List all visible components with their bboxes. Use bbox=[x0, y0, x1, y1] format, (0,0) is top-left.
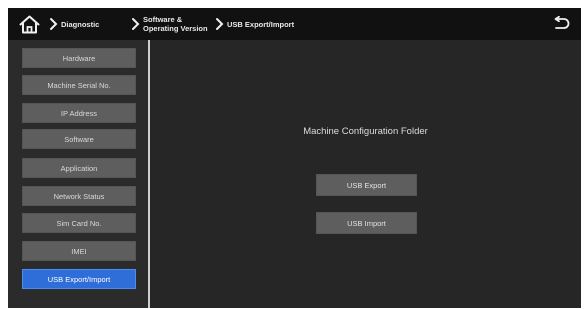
breadcrumb-usb-export-import: USB Export/Import bbox=[227, 20, 295, 29]
sidebar-item-usb-export-import[interactable]: USB Export/Import bbox=[22, 269, 136, 289]
sidebar-item-machine-serial-no[interactable]: Machine Serial No. bbox=[22, 75, 136, 95]
sidebar-item-hardware[interactable]: Hardware bbox=[22, 48, 136, 68]
sidebar: Hardware Machine Serial No. IP Address S… bbox=[8, 40, 148, 308]
sidebar-item-software[interactable]: Software bbox=[22, 129, 136, 149]
breadcrumb-line-2: Operating Version bbox=[143, 24, 208, 33]
chevron-right-icon bbox=[216, 18, 224, 30]
back-arrow-icon[interactable] bbox=[552, 16, 570, 32]
top-bar: Diagnostic Software & Operating Version … bbox=[8, 8, 581, 40]
sidebar-item-application[interactable]: Application bbox=[22, 158, 136, 178]
app-window: Diagnostic Software & Operating Version … bbox=[8, 8, 581, 308]
sidebar-item-sim-card-no[interactable]: Sim Card No. bbox=[22, 213, 136, 233]
sidebar-item-ip-address[interactable]: IP Address bbox=[22, 103, 136, 123]
main-panel: Machine Configuration Folder USB Export … bbox=[150, 40, 581, 308]
chevron-right-icon bbox=[50, 18, 58, 30]
sidebar-item-network-status[interactable]: Network Status bbox=[22, 186, 136, 206]
breadcrumb-software-operating-version[interactable]: Software & Operating Version bbox=[143, 15, 208, 33]
usb-import-button[interactable]: USB Import bbox=[316, 212, 417, 234]
sidebar-item-imei[interactable]: IMEI bbox=[22, 241, 136, 261]
section-title: Machine Configuration Folder bbox=[303, 126, 428, 137]
home-icon[interactable] bbox=[19, 15, 40, 34]
breadcrumb-line-1: Software & bbox=[143, 15, 183, 24]
usb-export-button[interactable]: USB Export bbox=[316, 174, 417, 196]
chevron-right-icon bbox=[132, 18, 140, 30]
breadcrumb-diagnostic[interactable]: Diagnostic bbox=[61, 20, 99, 29]
